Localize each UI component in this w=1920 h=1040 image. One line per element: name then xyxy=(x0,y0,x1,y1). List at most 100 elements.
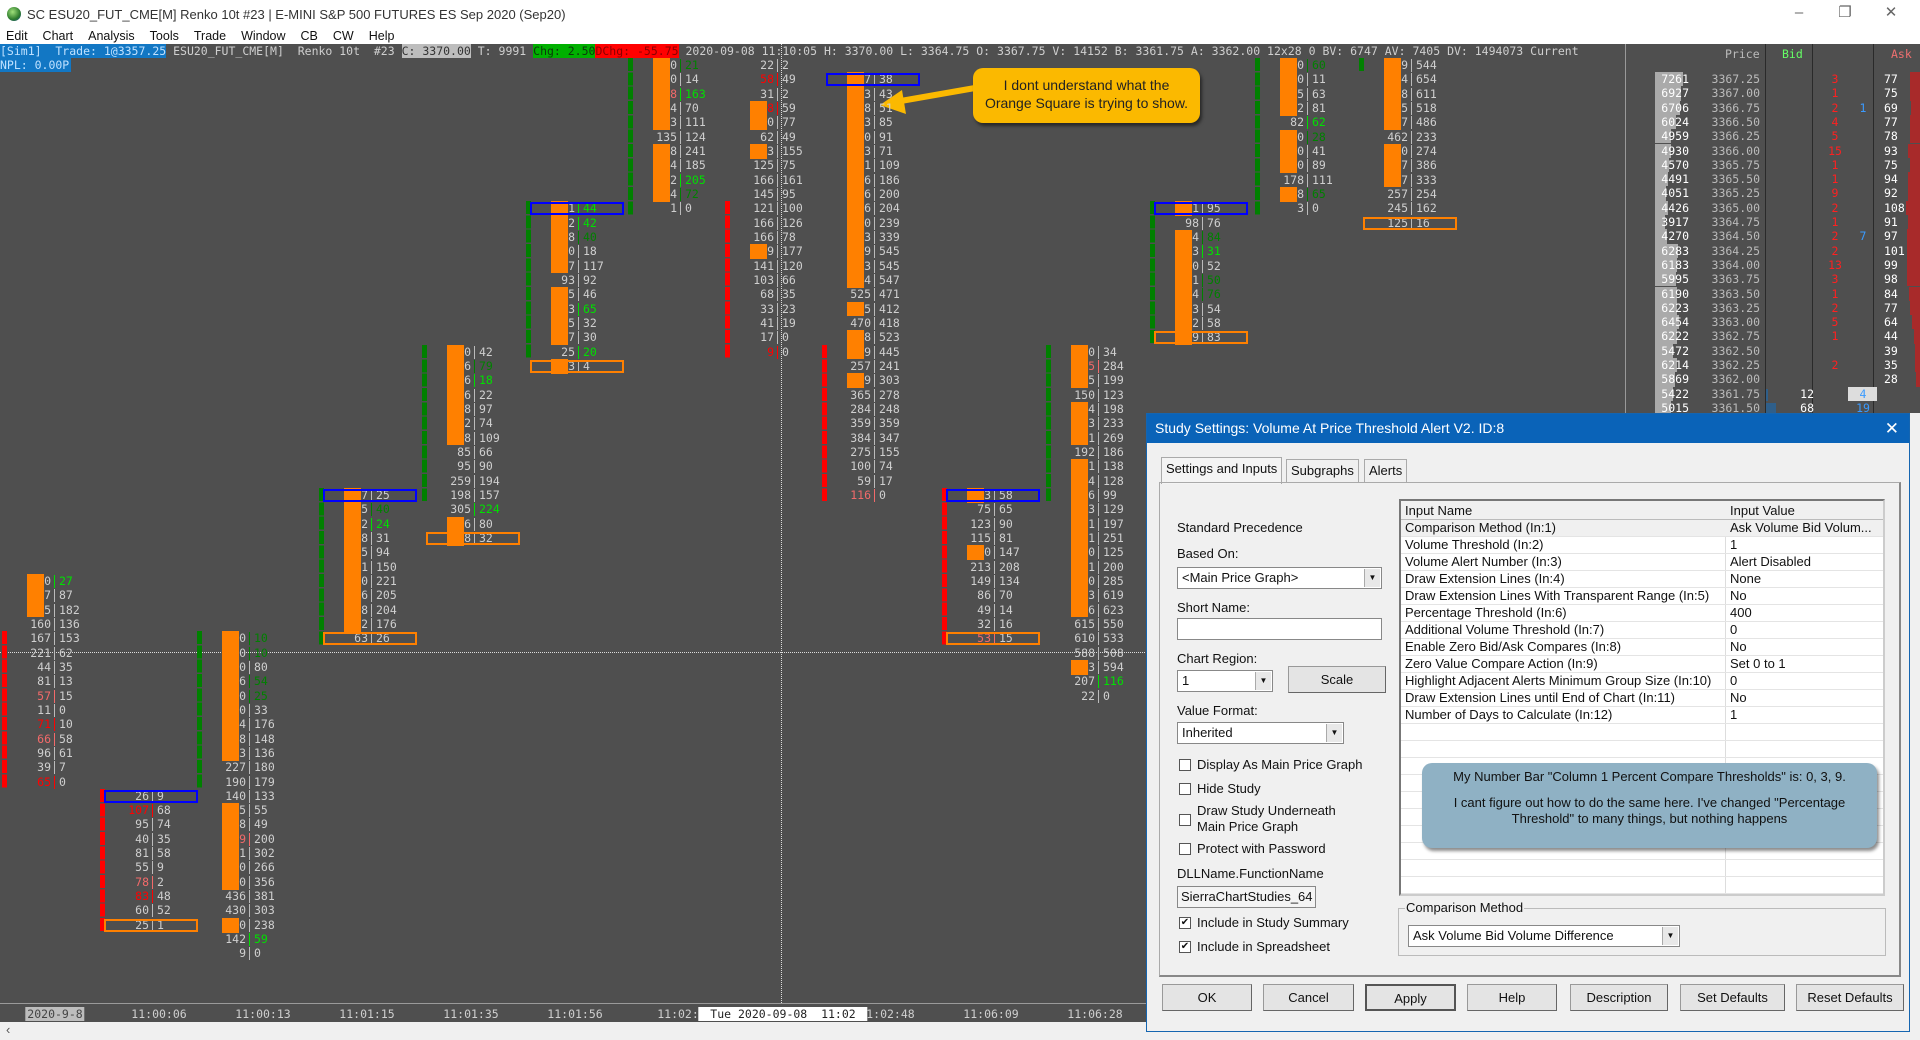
ask-volume: 176 xyxy=(376,616,397,631)
dom-volume: 4270 xyxy=(1661,229,1689,244)
orange-threshold-highlight xyxy=(1071,588,1088,604)
scale-button[interactable]: Scale xyxy=(1288,666,1386,693)
bid-volume: 166 xyxy=(753,172,774,187)
bid-ask-divider xyxy=(578,302,579,316)
dom-recent-sells: 1 xyxy=(1831,286,1839,301)
bid-ask-divider xyxy=(249,660,250,674)
set-defaults-button[interactable]: Set Defaults xyxy=(1680,984,1785,1011)
ask-volume: 11 xyxy=(1312,72,1326,87)
bid-ask-divider xyxy=(777,130,778,144)
menu-cb[interactable]: CB xyxy=(301,29,318,43)
menu-window[interactable]: Window xyxy=(241,29,285,43)
bid-ask-divider xyxy=(874,87,875,101)
tab-subgraphs[interactable]: Subgraphs xyxy=(1286,459,1359,483)
menu-tools[interactable]: Tools xyxy=(150,29,179,43)
apply-button[interactable]: Apply xyxy=(1365,984,1456,1011)
dialog-title: Study Settings: Volume At Price Threshol… xyxy=(1155,420,1505,436)
inputs-grid[interactable]: Input Name Input Value Comparison Method… xyxy=(1399,499,1885,896)
input-value[interactable]: Alert Disabled xyxy=(1730,554,1811,570)
input-value[interactable]: No xyxy=(1730,588,1747,604)
bid-ask-divider xyxy=(371,574,372,588)
ask-volume: 182 xyxy=(59,602,80,617)
input-row[interactable]: Additional Volume Threshold (In:7) 0 xyxy=(1401,622,1883,639)
ask-volume: 333 xyxy=(1416,172,1437,187)
bid-volume: 66 xyxy=(37,731,51,746)
reset-defaults-button[interactable]: Reset Defaults xyxy=(1796,984,1904,1011)
input-value[interactable]: Ask Volume Bid Volum... xyxy=(1730,520,1872,536)
tab-alerts[interactable]: Alerts xyxy=(1364,459,1408,483)
input-row[interactable]: Highlight Adjacent Alerts Minimum Group … xyxy=(1401,673,1883,690)
ask-volume: 269 xyxy=(1103,430,1124,445)
orange-square-callout: I dont understand what the Orange Square… xyxy=(973,68,1200,123)
input-row[interactable]: Draw Extension Lines until End of Chart … xyxy=(1401,690,1883,707)
input-value[interactable]: Set 0 to 1 xyxy=(1730,656,1786,672)
dll-name-input[interactable]: SierraChartStudies_64 xyxy=(1177,886,1316,908)
input-row[interactable]: Percentage Threshold (In:6) 400 xyxy=(1401,605,1883,622)
down-bar xyxy=(2,631,7,788)
scroll-left-icon[interactable]: ‹ xyxy=(6,1022,10,1037)
short-name-input[interactable] xyxy=(1177,618,1382,640)
input-value[interactable]: 1 xyxy=(1730,707,1737,723)
menu-chart[interactable]: Chart xyxy=(43,29,74,43)
ask-depth-bar xyxy=(1907,243,1920,258)
orange-threshold-highlight xyxy=(847,244,864,260)
input-row[interactable]: Number of Days to Calculate (In:12) 1 xyxy=(1401,707,1883,724)
input-value[interactable]: 400 xyxy=(1730,605,1752,621)
dom-price: 3367.00 xyxy=(1711,86,1760,101)
time-label: 11:01:56 xyxy=(547,1007,603,1021)
based-on-select[interactable]: <Main Price Graph> ▼ xyxy=(1177,567,1382,589)
cancel-button[interactable]: Cancel xyxy=(1263,984,1354,1011)
menu-cw[interactable]: CW xyxy=(333,29,354,43)
bid-volume: 213 xyxy=(970,559,991,574)
input-row[interactable]: Zero Value Compare Action (In:9) Set 0 to… xyxy=(1401,656,1883,673)
bid-ask-divider xyxy=(994,517,995,531)
protect-password-checkbox[interactable] xyxy=(1179,843,1191,855)
ask-volume: 72 xyxy=(685,186,699,201)
bid-volume: 284 xyxy=(850,401,871,416)
description-button[interactable]: Description xyxy=(1570,984,1668,1011)
menu-analysis[interactable]: Analysis xyxy=(88,29,135,43)
restore-button[interactable]: ❐ xyxy=(1822,0,1868,28)
menu-trade[interactable]: Trade xyxy=(194,29,226,43)
input-row[interactable]: Draw Extension Lines With Transparent Ra… xyxy=(1401,588,1883,605)
input-row[interactable]: Volume Threshold (In:2) 1 xyxy=(1401,537,1883,554)
input-value[interactable]: 0 xyxy=(1730,622,1737,638)
input-row[interactable]: Enable Zero Bid/Ask Compares (In:8) No xyxy=(1401,639,1883,656)
include-spreadsheet-checkbox[interactable]: ✔ xyxy=(1179,941,1191,953)
ask-volume: 70 xyxy=(999,588,1013,603)
input-value[interactable]: No xyxy=(1730,639,1747,655)
bid-ask-divider xyxy=(777,345,778,359)
value-format-select[interactable]: Inherited ▼ xyxy=(1177,722,1344,744)
hide-study-checkbox[interactable] xyxy=(1179,783,1191,795)
input-value[interactable]: No xyxy=(1730,690,1747,706)
ask-depth-bar xyxy=(1908,186,1920,201)
include-study-summary-checkbox[interactable]: ✔ xyxy=(1179,917,1191,929)
crosshair-time-label: Tue 2020-09-08 11:02 xyxy=(698,1007,868,1021)
ok-button[interactable]: OK xyxy=(1162,984,1252,1011)
dialog-close-button[interactable]: ✕ xyxy=(1885,414,1899,443)
menu-help[interactable]: Help xyxy=(369,29,395,43)
help-button[interactable]: Help xyxy=(1467,984,1557,1011)
input-value[interactable]: 0 xyxy=(1730,673,1737,689)
input-row[interactable]: Comparison Method (In:1) Ask Volume Bid V… xyxy=(1401,520,1883,537)
input-row[interactable]: Volume Alert Number (In:3) Alert Disabled xyxy=(1401,554,1883,571)
input-row[interactable]: Draw Extension Lines (In:4) None xyxy=(1401,571,1883,588)
input-value[interactable]: None xyxy=(1730,571,1761,587)
ask-volume: 133 xyxy=(254,788,275,803)
display-as-main-checkbox[interactable] xyxy=(1179,759,1191,771)
chart-region-select[interactable]: 1 ▼ xyxy=(1177,670,1273,692)
orange-threshold-highlight xyxy=(1175,272,1192,288)
input-value[interactable]: 1 xyxy=(1730,537,1737,553)
menu-edit[interactable]: Edit xyxy=(6,29,28,43)
tab-settings-and-inputs[interactable]: Settings and Inputs xyxy=(1161,457,1283,484)
time-label: 11:01:35 xyxy=(443,1007,499,1021)
draw-underneath-checkbox[interactable] xyxy=(1179,814,1191,826)
close-window-button[interactable]: ✕ xyxy=(1868,0,1914,28)
dom-ask-size: 35 xyxy=(1884,358,1898,372)
dom-price: 3362.75 xyxy=(1711,329,1760,344)
dom-recent-buys xyxy=(1853,272,1873,286)
minimize-button[interactable]: – xyxy=(1776,0,1822,28)
comparison-method-group: Comparison Method Ask Volume Bid Volume … xyxy=(1398,900,1886,956)
comparison-method-select[interactable]: Ask Volume Bid Volume Difference ▼ xyxy=(1408,925,1680,947)
dom-ask-size: 28 xyxy=(1884,372,1898,387)
